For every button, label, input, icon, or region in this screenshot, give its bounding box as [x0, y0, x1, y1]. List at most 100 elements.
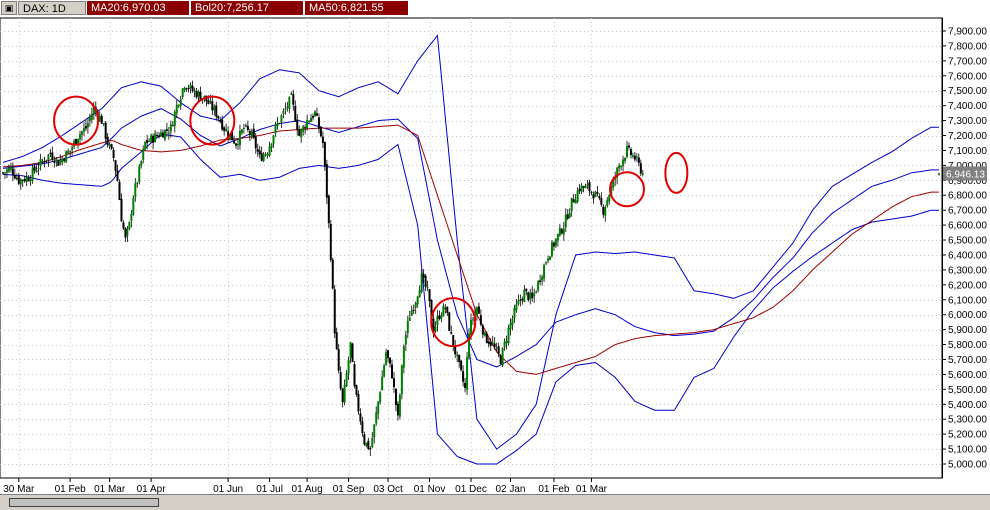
candle-body [35, 170, 38, 172]
candle-body [167, 132, 170, 134]
candle-body [339, 372, 342, 389]
candle-body [258, 150, 261, 155]
candle-body [331, 259, 334, 289]
candle-body [335, 332, 338, 350]
candle-body [175, 104, 178, 114]
candle-body [622, 159, 625, 166]
candle-body [195, 90, 198, 98]
candle-body [438, 315, 441, 319]
candle-body [161, 132, 164, 138]
candle-body [286, 106, 289, 108]
candle-body [462, 371, 465, 382]
candle-body [424, 275, 427, 287]
candle-body [296, 119, 299, 131]
candle-body [487, 341, 490, 345]
candle-body [446, 306, 449, 313]
candle-body [550, 242, 553, 257]
candle-body [507, 327, 510, 344]
candle-body [225, 129, 228, 132]
candle-body [552, 242, 555, 247]
candle-body [477, 306, 480, 314]
candle-body [197, 91, 200, 97]
candle-body [537, 280, 540, 291]
candle-body [562, 228, 565, 235]
candle-body [250, 130, 253, 138]
candle-body [148, 141, 151, 143]
candle-body [343, 384, 346, 403]
price-chart: 7,900.00 7,800.00 7,700.00 7,600.00 7,500.00… [0, 0, 990, 510]
candle-body [126, 228, 129, 236]
candle-body [112, 149, 115, 159]
candle-body [594, 191, 597, 198]
candle-body [548, 256, 551, 260]
candle-body [55, 158, 58, 162]
candle-body [383, 365, 386, 377]
candle-body [156, 135, 159, 137]
y-tick-label: 6,400.00 [948, 250, 987, 261]
y-tick-label: 7,200.00 [948, 131, 987, 142]
candle-body [418, 289, 421, 298]
y-tick-label: 6,600.00 [948, 221, 987, 232]
candle-body [199, 91, 202, 100]
candle-body [365, 442, 368, 446]
candle-body [422, 273, 425, 278]
candle-body [359, 413, 362, 422]
last-price-label: 6,946.13 [946, 169, 985, 180]
candle-body [357, 394, 360, 412]
y-tick-label: 6,300.00 [948, 265, 987, 276]
candle-body [602, 206, 605, 215]
candle-body [191, 85, 194, 92]
candle-body [521, 298, 524, 301]
candle-body [543, 265, 546, 279]
candle-body [67, 151, 70, 154]
y-tick-label: 7,300.00 [948, 116, 987, 127]
candle-body [533, 293, 536, 297]
candle-body [491, 342, 494, 345]
candle-body [31, 167, 34, 181]
candle-body [440, 315, 443, 319]
candle-body [635, 156, 638, 158]
candle-body [136, 182, 139, 184]
candle-body [604, 207, 607, 216]
candle-body [570, 197, 573, 212]
candle-body [389, 357, 392, 364]
candle-body [580, 185, 583, 192]
candle-body [479, 315, 482, 325]
candle-body [181, 88, 184, 98]
scrollbar-thumb[interactable] [9, 498, 159, 507]
candle-body [464, 382, 467, 388]
candle-body [434, 326, 437, 332]
candle-body [375, 412, 378, 424]
candle-body [252, 128, 255, 138]
candle-body [501, 348, 504, 366]
symbol-label: DAX: 1D [18, 1, 86, 15]
candle-body [629, 148, 632, 156]
y-tick-label: 7,400.00 [948, 101, 987, 112]
candle-body [19, 179, 22, 185]
candle-body [69, 150, 72, 152]
candle-body [187, 87, 190, 89]
candle-body [600, 198, 603, 205]
candle-body [41, 160, 44, 162]
candle-body [314, 111, 316, 117]
y-tick-label: 5,100.00 [948, 445, 987, 456]
candle-body [246, 125, 249, 130]
candle-body [938, 173, 940, 175]
candle-body [270, 143, 273, 149]
candle-body [272, 135, 275, 144]
candle-body [412, 309, 415, 311]
candle-body [519, 299, 522, 301]
horizontal-scrollbar[interactable] [0, 494, 990, 510]
candle-body [371, 438, 374, 448]
candle-body [460, 360, 463, 371]
candle-body [414, 303, 417, 308]
candle-body [238, 130, 241, 146]
candle-body [154, 133, 157, 143]
candle-body [152, 135, 155, 143]
candle-body [576, 190, 579, 202]
candle-body [308, 120, 311, 122]
window-menu-icon[interactable]: ▣ [1, 1, 17, 15]
candle-body [582, 186, 585, 188]
last-price-badge: 6,946.13 [943, 166, 987, 181]
candle-body [86, 123, 89, 128]
